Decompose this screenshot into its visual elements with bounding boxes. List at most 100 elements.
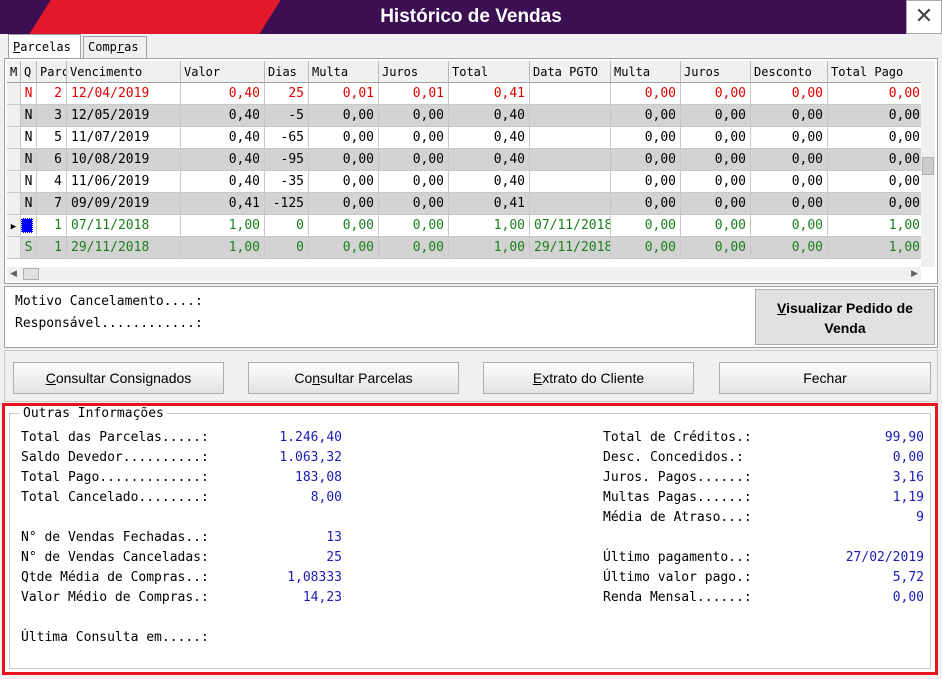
col-q-cell[interactable]	[21, 215, 37, 237]
col-multa-cell[interactable]: 0,00	[309, 149, 379, 171]
col-multa-pago-cell[interactable]: 0,00	[611, 215, 681, 237]
col-total-header[interactable]: Total	[449, 61, 530, 83]
col-parc-cell[interactable]: 4	[37, 171, 67, 193]
consultar-consignados-button[interactable]: Consultar Consignados	[13, 362, 224, 394]
col-dias-cell[interactable]: -125	[265, 193, 309, 215]
col-m-cell[interactable]	[7, 127, 21, 149]
col-parc-cell[interactable]: 6	[37, 149, 67, 171]
consultar-parcelas-button[interactable]: Consultar Parcelas	[248, 362, 459, 394]
col-juros-pago-cell[interactable]: 0,00	[681, 193, 751, 215]
col-multa-cell[interactable]: 0,00	[309, 171, 379, 193]
col-multa-pago-cell[interactable]: 0,00	[611, 237, 681, 259]
col-q-cell[interactable]: N	[21, 193, 37, 215]
col-desconto-cell[interactable]: 0,00	[751, 105, 828, 127]
col-multa-pago-cell[interactable]: 0,00	[611, 105, 681, 127]
col-juros-cell[interactable]: 0,00	[379, 105, 449, 127]
col-parc-cell[interactable]: 1	[37, 237, 67, 259]
col-m-cell[interactable]	[7, 105, 21, 127]
col-multa-cell[interactable]: 0,00	[309, 127, 379, 149]
col-juros-cell[interactable]: 0,00	[379, 127, 449, 149]
col-parc-cell[interactable]: 5	[37, 127, 67, 149]
col-vencimento-cell[interactable]: 11/06/2019	[67, 171, 181, 193]
col-juros-cell[interactable]: 0,00	[379, 193, 449, 215]
col-juros-pago-cell[interactable]: 0,00	[681, 237, 751, 259]
col-juros-cell[interactable]: 0,00	[379, 237, 449, 259]
table-row[interactable]: N 6 10/08/2019 0,40 -95 0,00 0,00 0,40 0,00 0,00 0…	[7, 149, 925, 171]
col-desconto-cell[interactable]: 0,00	[751, 237, 828, 259]
grid-vertical-scrollbar[interactable]	[921, 61, 935, 267]
col-m-cell[interactable]	[7, 83, 21, 105]
col-total-cell[interactable]: 0,40	[449, 105, 530, 127]
tab-compras[interactable]: Compras	[83, 36, 147, 58]
horizontal-scroll-thumb[interactable]	[23, 268, 39, 280]
col-valor-cell[interactable]: 0,40	[181, 171, 265, 193]
col-multa-pago-cell[interactable]: 0,00	[611, 171, 681, 193]
col-desconto-header[interactable]: Desconto	[751, 61, 828, 83]
col-juros-pago-cell[interactable]: 0,00	[681, 149, 751, 171]
extrato-cliente-button[interactable]: Extrato do Cliente	[483, 362, 694, 394]
col-dias-header[interactable]: Dias	[265, 61, 309, 83]
col-vencimento-header[interactable]: Vencimento	[67, 61, 181, 83]
col-vencimento-cell[interactable]: 11/07/2019	[67, 127, 181, 149]
table-row[interactable]: N 5 11/07/2019 0,40 -65 0,00 0,00 0,40 0,00 0,00 0…	[7, 127, 925, 149]
table-row[interactable]: S 1 29/11/2018 1,00 0 0,00 0,00 1,00 29/11/2018 0…	[7, 237, 925, 259]
col-total-pago-header[interactable]: Total Pago	[828, 61, 925, 83]
col-juros-header[interactable]: Juros	[379, 61, 449, 83]
col-vencimento-cell[interactable]: 29/11/2018	[67, 237, 181, 259]
col-multa-cell[interactable]: 0,00	[309, 105, 379, 127]
col-q-header[interactable]: Q	[21, 61, 37, 83]
col-parc-header[interactable]: Parc	[37, 61, 67, 83]
close-icon[interactable]: ✕	[906, 0, 942, 34]
col-total-pago-cell[interactable]: 1,00	[828, 237, 925, 259]
col-multa-pago-cell[interactable]: 0,00	[611, 149, 681, 171]
col-juros-pago-cell[interactable]: 0,00	[681, 83, 751, 105]
col-total-cell[interactable]: 1,00	[449, 215, 530, 237]
installments-grid[interactable]: M Q Parc Vencimento Valor Dias Multa Juros Total…	[4, 58, 938, 284]
col-desconto-cell[interactable]: 0,00	[751, 215, 828, 237]
col-desconto-cell[interactable]: 0,00	[751, 171, 828, 193]
col-data-pgto-cell[interactable]	[530, 149, 611, 171]
table-row[interactable]: N 2 12/04/2019 0,40 25 0,01 0,01 0,41 0,00 0,00 0,…	[7, 83, 925, 105]
col-valor-cell[interactable]: 0,40	[181, 127, 265, 149]
vertical-scroll-thumb[interactable]	[922, 157, 934, 175]
col-dias-cell[interactable]: -95	[265, 149, 309, 171]
view-order-button[interactable]: Visualizar Pedido de Venda	[755, 289, 935, 345]
col-juros-cell[interactable]: 0,01	[379, 83, 449, 105]
col-valor-cell[interactable]: 0,40	[181, 83, 265, 105]
col-multa-pago-cell[interactable]: 0,00	[611, 193, 681, 215]
col-dias-cell[interactable]: 25	[265, 83, 309, 105]
col-juros-pago-cell[interactable]: 0,00	[681, 171, 751, 193]
col-dias-cell[interactable]: 0	[265, 237, 309, 259]
col-multa-cell[interactable]: 0,00	[309, 193, 379, 215]
col-q-cell[interactable]: S	[21, 237, 37, 259]
col-juros-cell[interactable]: 0,00	[379, 215, 449, 237]
col-dias-cell[interactable]: -5	[265, 105, 309, 127]
col-multa-pago-cell[interactable]: 0,00	[611, 83, 681, 105]
col-vencimento-cell[interactable]: 07/11/2018	[67, 215, 181, 237]
col-vencimento-cell[interactable]: 12/05/2019	[67, 105, 181, 127]
col-data-pgto-cell[interactable]	[530, 171, 611, 193]
col-q-cell[interactable]: N	[21, 171, 37, 193]
col-q-cell[interactable]: N	[21, 149, 37, 171]
col-total-pago-cell[interactable]: 0,00	[828, 83, 925, 105]
col-juros-pago-cell[interactable]: 0,00	[681, 215, 751, 237]
col-data-pgto-cell[interactable]: 07/11/2018	[530, 215, 611, 237]
col-total-pago-cell[interactable]: 0,00	[828, 193, 925, 215]
col-multa-header[interactable]: Multa	[309, 61, 379, 83]
col-total-cell[interactable]: 0,41	[449, 193, 530, 215]
col-total-pago-cell[interactable]: 0,00	[828, 149, 925, 171]
col-m-cell[interactable]: ▶	[7, 215, 21, 237]
col-q-cell[interactable]: N	[21, 83, 37, 105]
col-vencimento-cell[interactable]: 12/04/2019	[67, 83, 181, 105]
col-total-cell[interactable]: 0,40	[449, 127, 530, 149]
col-juros-pago-cell[interactable]: 0,00	[681, 105, 751, 127]
col-vencimento-cell[interactable]: 09/09/2019	[67, 193, 181, 215]
col-valor-cell[interactable]: 0,41	[181, 193, 265, 215]
col-parc-cell[interactable]: 1	[37, 215, 67, 237]
col-parc-cell[interactable]: 7	[37, 193, 67, 215]
col-data-pgto-header[interactable]: Data PGTO	[530, 61, 611, 83]
col-multa-cell[interactable]: 0,00	[309, 215, 379, 237]
table-row[interactable]: N 4 11/06/2019 0,40 -35 0,00 0,00 0,40 0,00 0,00 0…	[7, 171, 925, 193]
col-q-cell[interactable]: N	[21, 105, 37, 127]
col-valor-cell[interactable]: 0,40	[181, 105, 265, 127]
